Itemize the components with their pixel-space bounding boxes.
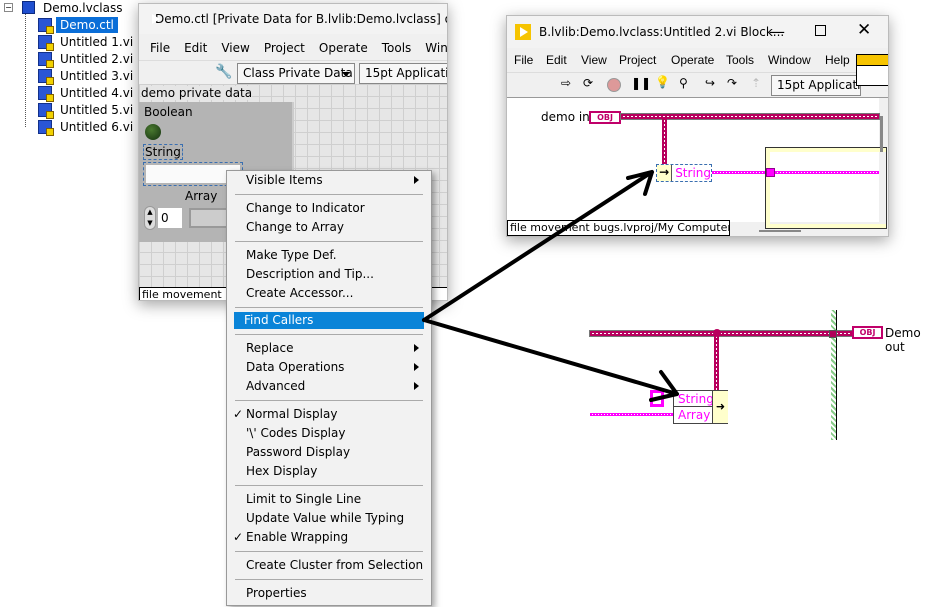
arrow-to-unbundle [422, 170, 654, 322]
annotation-arrows [422, 170, 679, 402]
arrow-to-bundle [422, 318, 679, 402]
